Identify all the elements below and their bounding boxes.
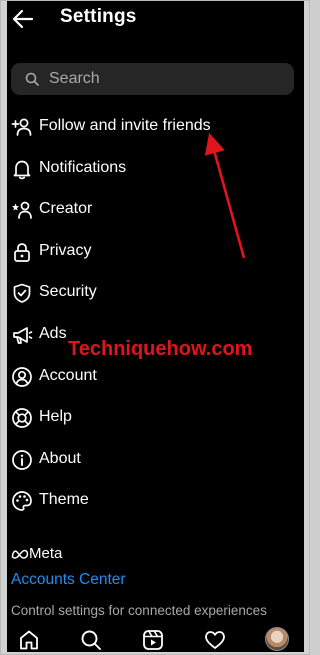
annotation-arrow [204,132,246,259]
watermark-text: Techniquehow.com [68,338,253,360]
